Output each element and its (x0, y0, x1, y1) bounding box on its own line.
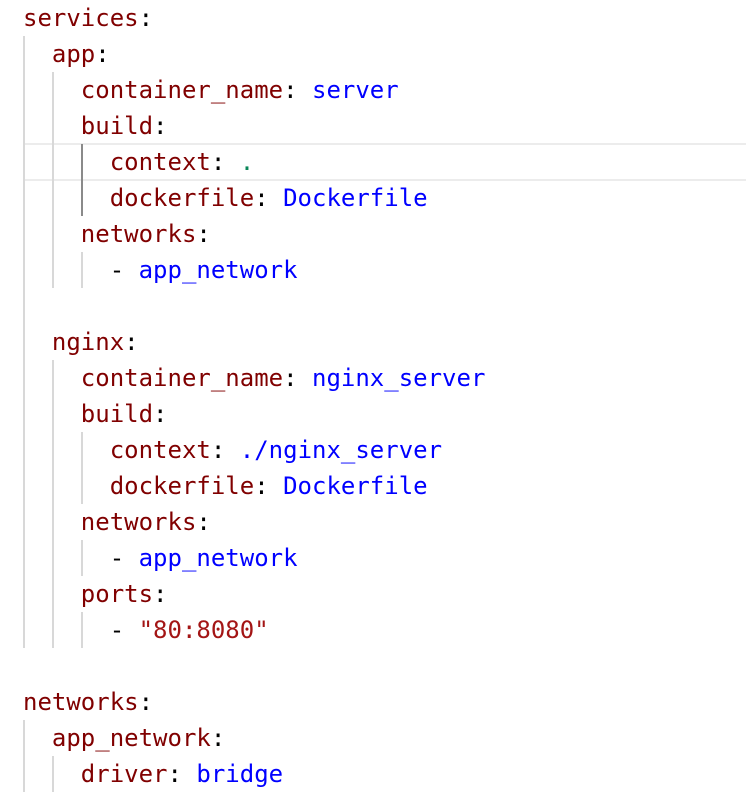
yaml-value: app_network (138, 256, 298, 284)
list-dash: - (109, 544, 139, 572)
code-line[interactable]: container_name: server (23, 72, 399, 108)
yaml-key: app_network (51, 724, 211, 752)
yaml-value: app_network (138, 544, 298, 572)
colon: : (138, 4, 154, 32)
yaml-value: ./nginx_server (239, 436, 443, 464)
code-line[interactable]: nginx: (23, 324, 139, 360)
colon: : (153, 112, 168, 140)
colon: : (124, 328, 139, 356)
yaml-key: context (109, 436, 211, 464)
list-dash: - (109, 616, 139, 644)
code-line[interactable]: networks: (23, 684, 153, 720)
list-dash: - (109, 256, 139, 284)
colon: : (283, 76, 312, 104)
yaml-value: server (312, 76, 399, 104)
yaml-key: dockerfile (109, 472, 255, 500)
yaml-value: . (239, 148, 255, 176)
colon: : (95, 40, 110, 68)
colon: : (153, 400, 168, 428)
code-editor[interactable]: services: app: container_name: server bu… (0, 0, 746, 810)
yaml-key: app (51, 40, 96, 68)
code-line[interactable]: build: (23, 396, 168, 432)
code-line[interactable]: build: (23, 108, 168, 144)
code-line[interactable]: container_name: nginx_server (23, 360, 486, 396)
code-line[interactable]: dockerfile: Dockerfile (23, 468, 428, 504)
code-line[interactable]: - app_network (23, 540, 298, 576)
colon: : (210, 148, 240, 176)
colon: : (254, 184, 284, 212)
colon: : (153, 580, 168, 608)
code-line[interactable]: networks: (23, 216, 211, 252)
yaml-value: Dockerfile (283, 472, 428, 500)
yaml-key: driver (80, 760, 168, 788)
colon: : (283, 364, 312, 392)
yaml-key: container_name (80, 76, 284, 104)
yaml-key: container_name (80, 364, 284, 392)
code-line[interactable]: dockerfile: Dockerfile (23, 180, 428, 216)
code-line[interactable]: - app_network (23, 252, 298, 288)
code-line[interactable]: networks: (23, 504, 211, 540)
colon: : (210, 436, 240, 464)
yaml-key: ports (80, 580, 154, 608)
yaml-key: services (23, 4, 139, 32)
code-line[interactable]: context: . (23, 144, 255, 180)
code-line[interactable]: context: ./nginx_server (23, 432, 442, 468)
yaml-key: networks (23, 688, 139, 716)
yaml-key: context (109, 148, 211, 176)
yaml-value: "80:8080" (138, 616, 269, 644)
yaml-key: networks (80, 508, 197, 536)
colon: : (167, 760, 197, 788)
colon: : (196, 508, 211, 536)
yaml-key: build (80, 112, 154, 140)
yaml-value: nginx_server (312, 364, 486, 392)
colon: : (138, 688, 154, 716)
colon: : (196, 220, 211, 248)
yaml-key: dockerfile (109, 184, 255, 212)
code-line[interactable]: ports: (23, 576, 168, 612)
colon: : (254, 472, 284, 500)
yaml-key: build (80, 400, 154, 428)
code-line[interactable]: driver: bridge (23, 756, 283, 792)
code-line[interactable]: services: (23, 0, 153, 36)
yaml-value: bridge (196, 760, 284, 788)
code-line[interactable]: app: (23, 36, 110, 72)
code-line[interactable]: app_network: (23, 720, 225, 756)
yaml-value: Dockerfile (283, 184, 428, 212)
yaml-key: networks (80, 220, 197, 248)
code-line[interactable]: - "80:8080" (23, 612, 269, 648)
colon: : (210, 724, 226, 752)
yaml-key: nginx (51, 328, 125, 356)
